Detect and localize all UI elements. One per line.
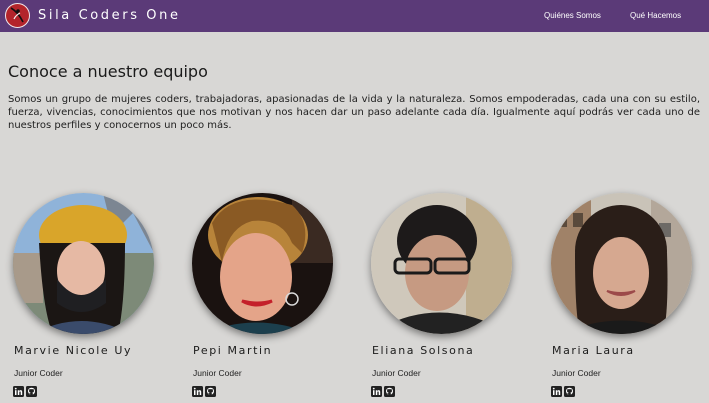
social-links	[551, 386, 575, 397]
member-photo	[551, 193, 692, 334]
member-card: Pepi Martin Junior Coder	[192, 193, 352, 397]
social-links	[371, 386, 395, 397]
social-links	[13, 386, 37, 397]
github-icon[interactable]	[384, 386, 395, 397]
member-role: Junior Coder	[193, 368, 242, 378]
member-role: Junior Coder	[14, 368, 63, 378]
logo[interactable]	[5, 3, 30, 28]
brand-title[interactable]: Sila Coders One	[38, 8, 181, 23]
member-photo	[13, 193, 154, 334]
github-icon[interactable]	[205, 386, 216, 397]
navbar: Sila Coders One Quiénes Somos Qué Hacemo…	[0, 0, 709, 32]
member-card: Marvie Nicole Uy Junior Coder	[13, 193, 173, 397]
member-photo	[192, 193, 333, 334]
linkedin-icon[interactable]	[371, 386, 382, 397]
member-name: Maria Laura	[552, 344, 635, 357]
member-name: Pepi Martin	[193, 344, 273, 357]
member-role: Junior Coder	[552, 368, 601, 378]
github-icon[interactable]	[564, 386, 575, 397]
github-icon[interactable]	[26, 386, 37, 397]
member-name: Marvie Nicole Uy	[14, 344, 133, 357]
member-card: Maria Laura Junior Coder	[551, 193, 709, 397]
linkedin-icon[interactable]	[551, 386, 562, 397]
intro-text: Somos un grupo de mujeres coders, trabaj…	[8, 94, 700, 131]
member-role: Junior Coder	[372, 368, 421, 378]
member-name: Eliana Solsona	[372, 344, 475, 357]
member-card: Eliana Solsona Junior Coder	[371, 193, 531, 397]
page-title: Conoce a nuestro equipo	[8, 62, 208, 81]
nav-link-que-hacemos[interactable]: Qué Hacemos	[630, 11, 681, 20]
social-links	[192, 386, 216, 397]
nav-link-quienes-somos[interactable]: Quiénes Somos	[544, 11, 601, 20]
linkedin-icon[interactable]	[192, 386, 203, 397]
linkedin-icon[interactable]	[13, 386, 24, 397]
member-photo	[371, 193, 512, 334]
